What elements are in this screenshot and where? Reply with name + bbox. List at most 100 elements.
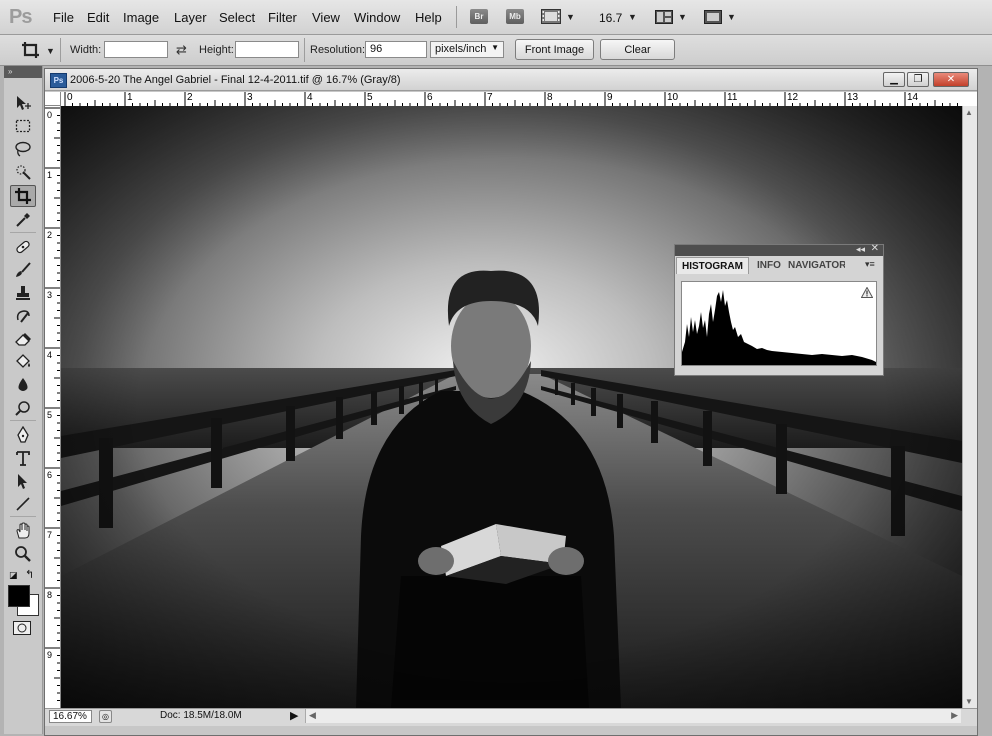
move-tool-icon[interactable] [10,92,36,114]
eyedropper-tool-icon[interactable] [10,209,36,231]
photoshop-logo: Ps [9,6,32,28]
chevron-down-icon[interactable]: ▼ [566,12,575,22]
height-input[interactable] [235,41,299,58]
units-select[interactable]: pixels/inch ▼ [430,41,504,58]
menu-select[interactable]: Select [219,10,255,25]
panel-menu-icon[interactable]: ▾≡ [865,259,875,270]
tab-navigator[interactable]: NAVIGATOR [783,257,845,274]
ruler-label: 5 [367,92,373,103]
menubar-separator [456,6,457,28]
menu-edit[interactable]: Edit [87,10,109,25]
foreground-color-swatch[interactable] [8,585,30,607]
ruler-label: 4 [47,350,53,360]
screen-mode-icon[interactable] [704,10,722,27]
chevron-down-icon[interactable]: ▼ [628,12,637,22]
document-title: 2006-5-20 The Angel Gabriel - Final 12-4… [70,74,401,86]
swap-icon[interactable]: ⇄ [176,42,187,58]
ruler-label: 6 [427,92,433,103]
menu-layer[interactable]: Layer [174,10,207,25]
ruler-label: 0 [67,92,73,103]
path-select-tool-icon[interactable] [10,470,36,492]
clear-button[interactable]: Clear [600,39,675,60]
menu-help[interactable]: Help [415,10,442,25]
tools-panel-header[interactable]: » [4,66,42,78]
zoom-level-field[interactable]: 16.7 [599,11,622,25]
histogram-graph [681,281,877,366]
ruler-label: 1 [47,170,53,180]
close-button[interactable]: ✕ [933,72,969,87]
menu-window[interactable]: Window [354,10,400,25]
status-menu-arrow-icon[interactable]: ▶ [290,709,298,722]
blur-tool-icon[interactable] [10,374,36,396]
ruler-label: 6 [47,470,53,480]
ruler-label: 3 [47,290,53,300]
ruler-origin[interactable] [45,92,61,106]
panel-header[interactable]: ◂◂ ✕ [675,243,883,256]
rect-marquee-tool-icon[interactable] [10,115,36,137]
horizontal-ruler[interactable]: 0 1 2 3 4 5 6 7 8 9 10 11 12 13 14 [61,92,977,107]
ruler-label: 2 [47,230,53,240]
warning-icon [860,286,874,301]
scroll-up-icon[interactable]: ▲ [965,108,973,117]
horizontal-scrollbar[interactable]: ◀ ▶ [305,709,961,723]
lasso-tool-icon[interactable] [10,138,36,160]
collapse-panel-icon[interactable]: ◂◂ [856,244,865,255]
menu-filter[interactable]: Filter [268,10,297,25]
tab-histogram[interactable]: HISTOGRAM [676,257,749,274]
clone-stamp-tool-icon[interactable] [10,282,36,304]
history-brush-tool-icon[interactable] [10,305,36,327]
chevron-down-icon[interactable]: ▼ [727,12,736,22]
ruler-label: 1 [127,92,133,103]
options-separator [60,38,61,62]
chevron-down-icon[interactable]: ▼ [678,12,687,22]
zoom-tool-icon[interactable] [10,543,36,565]
bridge-button[interactable]: Br [470,9,488,24]
vertical-scrollbar[interactable]: ▲ ▼ [962,106,977,708]
tab-info[interactable]: INFO [752,257,786,274]
ruler-label: 9 [607,92,613,103]
width-input[interactable] [104,41,168,58]
chevron-down-icon[interactable]: ▼ [46,46,55,56]
menu-view[interactable]: View [312,10,340,25]
ruler-label: 12 [787,92,799,103]
scroll-down-icon[interactable]: ▼ [965,697,973,706]
ruler-label: 11 [727,92,738,103]
mini-bridge-button[interactable]: Mb [506,9,524,24]
crop-icon[interactable] [20,40,42,63]
zoom-status-field[interactable]: 16.67% [49,710,92,723]
crop-tool-icon[interactable] [10,185,36,207]
document-canvas[interactable] [61,106,962,708]
paint-bucket-tool-icon[interactable] [10,351,36,373]
swap-colors-icon[interactable]: ↰ [25,568,34,581]
arrange-documents-icon[interactable] [655,10,673,27]
height-label: Height: [199,44,234,56]
line-tool-icon[interactable] [10,493,36,515]
histogram-curve [682,290,876,365]
resolution-input[interactable]: 96 [365,41,427,58]
front-image-button[interactable]: Front Image [515,39,594,60]
close-panel-icon[interactable]: ✕ [871,243,879,254]
scroll-left-icon[interactable]: ◀ [309,710,316,721]
pen-tool-icon[interactable] [10,424,36,446]
photo-angel-on-pier [61,106,962,708]
menu-image[interactable]: Image [123,10,159,25]
hand-tool-icon[interactable] [10,520,36,542]
resolution-label: Resolution: [310,44,366,56]
type-tool-icon[interactable] [10,447,36,469]
brush-tool-icon[interactable] [10,259,36,281]
healing-brush-tool-icon[interactable] [10,236,36,258]
scroll-right-icon[interactable]: ▶ [951,710,958,721]
default-colors-icon[interactable]: ◪ [9,570,18,581]
ruler-label: 5 [47,410,53,420]
width-label: Width: [70,44,102,56]
dodge-tool-icon[interactable] [10,397,36,419]
status-options-icon[interactable]: ◎ [99,710,112,723]
vertical-ruler[interactable]: 0 1 2 3 4 5 6 7 8 9 [45,106,61,708]
restore-button[interactable]: ❐ [907,72,929,87]
quick-mask-icon[interactable] [13,621,31,635]
minimize-button[interactable]: ▁ [883,72,905,87]
eraser-tool-icon[interactable] [10,328,36,350]
film-strip-icon[interactable] [541,9,561,27]
menu-file[interactable]: File [53,10,74,25]
quick-select-tool-icon[interactable] [10,161,36,183]
